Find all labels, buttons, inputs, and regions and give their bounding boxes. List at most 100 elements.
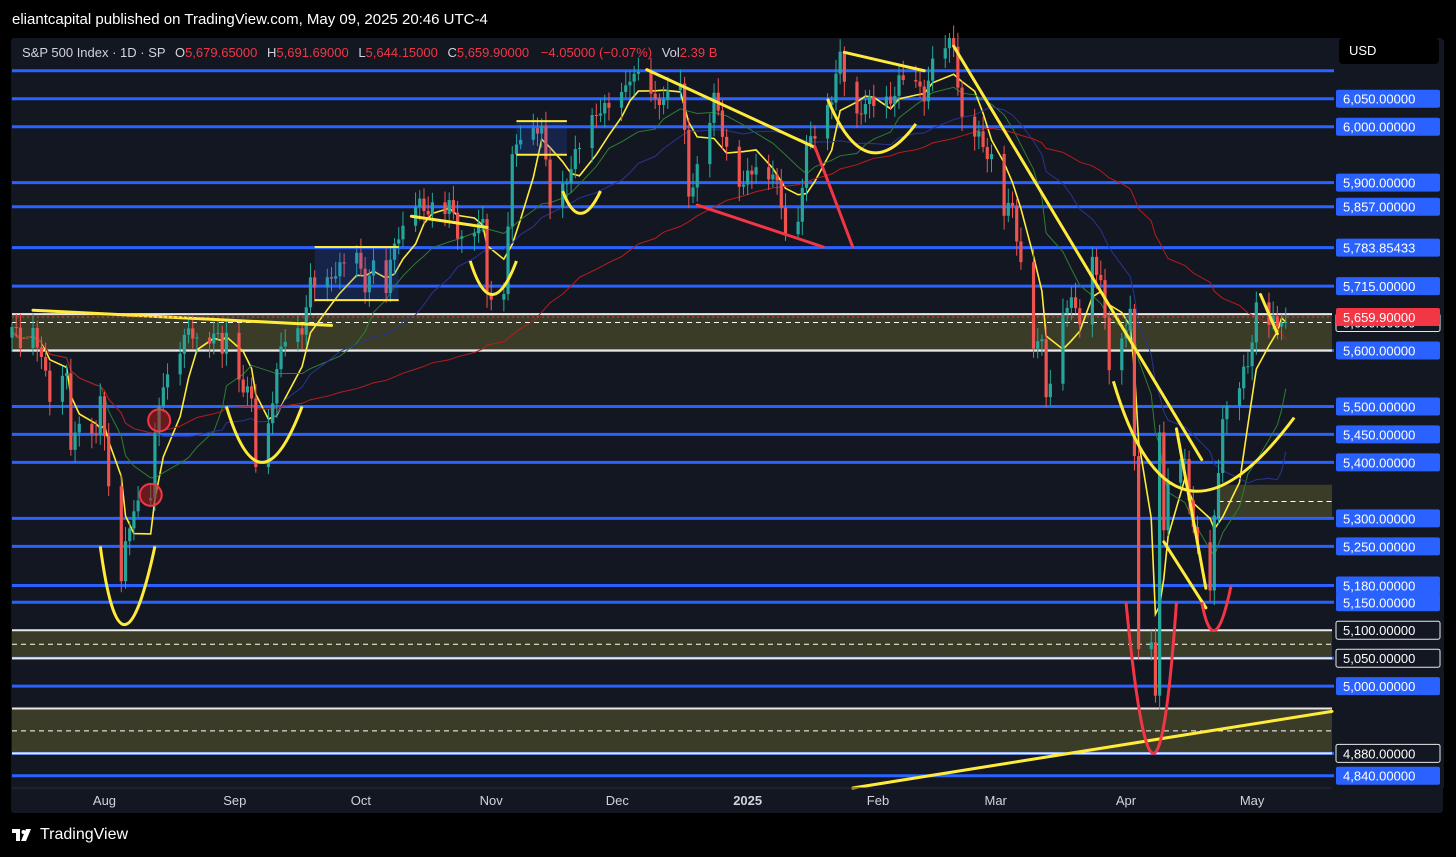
trendline <box>813 145 855 249</box>
candle-body <box>102 396 107 437</box>
candle-body <box>590 115 594 148</box>
candle-body <box>1183 459 1187 461</box>
price-label: 5,050.00000 <box>1343 651 1415 666</box>
candle-body <box>1002 153 1006 216</box>
candle-body <box>1128 308 1132 331</box>
candle-body <box>1073 297 1078 309</box>
candle-body <box>603 102 607 114</box>
trendline <box>645 68 817 149</box>
candle-body <box>422 198 426 211</box>
candle-body <box>863 104 867 115</box>
candle-body <box>872 96 876 106</box>
candle-body <box>1284 321 1288 323</box>
candle-body <box>237 332 241 380</box>
candle-body <box>195 337 199 339</box>
candle-body <box>35 327 39 348</box>
candle-body <box>943 48 947 59</box>
price-label: 5,180.00000 <box>1343 578 1415 593</box>
candle-body <box>1044 339 1048 398</box>
candle-body <box>430 202 434 215</box>
open-value: 5,679.65000 <box>185 45 258 60</box>
candle-body <box>624 85 628 93</box>
candle-body <box>893 95 897 104</box>
price-label: 5,450.00000 <box>1343 427 1415 442</box>
candle-body <box>1212 515 1216 591</box>
candle-body <box>254 398 258 468</box>
trendline <box>842 50 926 73</box>
price-label: 5,900.00000 <box>1343 176 1415 191</box>
candle-body <box>901 75 905 80</box>
candle-body <box>481 219 485 223</box>
high-value: 5,691.69000 <box>276 45 349 60</box>
highlight-circle <box>147 408 172 433</box>
open-label: O <box>174 45 186 60</box>
candle-body <box>649 71 653 94</box>
candle-body <box>796 221 800 235</box>
price-label: 5,857.00000 <box>1343 200 1415 215</box>
candle-body <box>931 58 935 81</box>
candle-body <box>548 159 552 208</box>
change-value: −4.05000 (−0.07%) <box>540 45 653 60</box>
candle-body <box>283 341 287 347</box>
price-label: 5,715.00000 <box>1343 279 1415 294</box>
price-label: 5,300.00000 <box>1343 511 1415 526</box>
candle-body <box>186 328 191 335</box>
consolidation-box <box>516 121 567 155</box>
candle-body <box>775 174 779 181</box>
candle-body <box>771 174 775 180</box>
candle-body <box>1149 642 1153 650</box>
candle-body <box>725 136 729 147</box>
candle-body <box>926 80 931 102</box>
tradingview-brand: TradingView <box>40 826 129 843</box>
candle-body <box>653 93 657 99</box>
currency-button[interactable]: USD <box>1339 38 1439 64</box>
candle-body <box>207 337 212 344</box>
price-label: 5,500.00000 <box>1343 399 1415 414</box>
candle-body <box>10 327 14 338</box>
candle-body <box>1094 256 1099 275</box>
candle-body <box>619 92 624 108</box>
price-label: 6,000.00000 <box>1343 120 1415 135</box>
candle-body <box>867 96 872 105</box>
candle-body <box>39 347 44 358</box>
candle-body <box>1216 473 1221 516</box>
price-label: 6,050.00000 <box>1343 92 1415 107</box>
candle-body <box>77 423 81 433</box>
candle-body <box>1040 339 1044 342</box>
time-tick-label: Dec <box>606 793 630 808</box>
ohlc-legend: S&P 500 Index · 1D · SP O5,679.65000 H5,… <box>22 45 717 60</box>
candle-body <box>834 73 838 103</box>
candle-body <box>1250 342 1254 367</box>
time-tick-label: Nov <box>480 793 504 808</box>
candle-body <box>661 99 666 106</box>
candle-body <box>510 154 514 227</box>
candle-body <box>1237 388 1242 406</box>
candle-body <box>884 96 888 106</box>
candle-body <box>1162 432 1166 531</box>
candle-body <box>279 346 283 370</box>
candle-body <box>737 146 741 187</box>
time-tick-label: May <box>1240 793 1265 808</box>
candle-body <box>1065 307 1069 313</box>
candle-body <box>914 79 918 82</box>
candle-body <box>44 357 48 371</box>
high-label: H <box>267 45 277 60</box>
candle-body <box>779 180 783 208</box>
candle-body <box>720 110 725 137</box>
candle-body <box>1208 542 1212 591</box>
candle-body <box>888 96 893 104</box>
candle-body <box>48 370 52 402</box>
candle-body <box>90 423 94 434</box>
candle-body <box>1019 241 1023 263</box>
candle-body <box>132 511 136 529</box>
symbol-label[interactable]: S&P 500 Index · 1D · SP <box>22 45 165 60</box>
candle-body <box>1099 274 1103 281</box>
time-tick-label: Aug <box>93 793 116 808</box>
low-value: 5,644.15000 <box>365 45 438 60</box>
price-label: 4,840.00000 <box>1343 769 1415 784</box>
price-chart[interactable]: 6,050.00000 6,000.00000 5,900.00000 5,857.0… <box>0 0 1456 857</box>
time-tick-label: Mar <box>984 793 1007 808</box>
volume-label: Vol <box>661 45 680 60</box>
candle-body <box>569 169 573 184</box>
candle-body <box>767 167 771 180</box>
